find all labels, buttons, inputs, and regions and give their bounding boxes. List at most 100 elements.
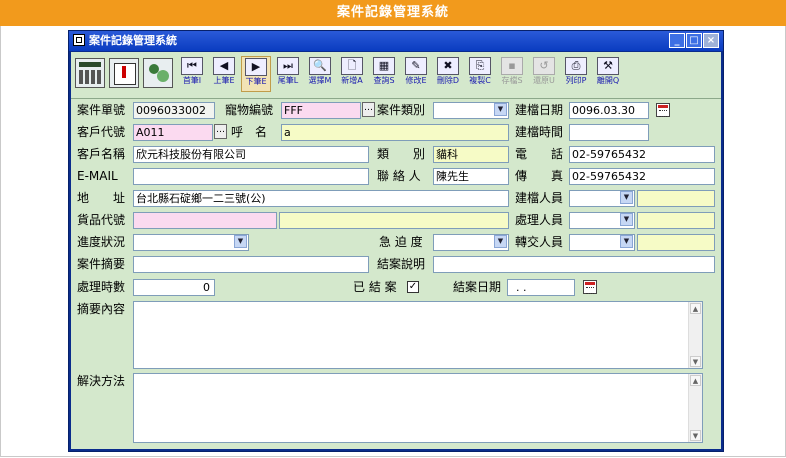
new-icon: 🗋 [341, 57, 363, 75]
toolbar-button-label: 首筆I [182, 76, 202, 85]
scroll-up-icon[interactable]: ▲ [690, 375, 701, 386]
summary-content-label: 摘要內容 [77, 302, 126, 316]
pet-no-label: 寵物編號 [225, 103, 274, 117]
creator-dropdown-icon[interactable]: ▼ [620, 191, 633, 204]
maximize-button[interactable]: □ [686, 33, 702, 48]
progress-select[interactable] [133, 234, 249, 251]
pet-no-lookup-button[interactable]: … [362, 102, 375, 117]
transfer-name-field [637, 234, 715, 251]
app-window: 案件記錄管理系統 _ □ × ⏮ 首筆I ◀ 上筆E ▶ 下筆E ⏭ 尾筆L 🔍 選擇M 🗋 新增A ▦… [68, 30, 724, 452]
summary-content-textarea[interactable]: ▲ ▼ [133, 301, 703, 369]
contact-field[interactable]: 陳先生 [433, 168, 509, 185]
pet-no-field[interactable]: FFF [281, 102, 361, 119]
undo-icon: ↺ [533, 57, 555, 75]
toolbar-button-label: 存檔S [501, 76, 523, 85]
customer-code-field[interactable]: A011 [133, 124, 213, 141]
toolbar-button-label: 上筆E [213, 76, 235, 85]
case-no-label: 案件單號 [77, 103, 126, 117]
toolbar-button-label: 複製C [469, 76, 491, 85]
goods-name-field [279, 212, 509, 229]
nickname-field[interactable]: a [281, 124, 509, 141]
hours-field[interactable]: 0 [133, 279, 215, 296]
exit-button[interactable]: ⚒ 離開Q [593, 56, 623, 92]
email-label: E-MAIL [77, 169, 118, 183]
customer-code-lookup-button[interactable]: … [214, 124, 227, 139]
window-app-icon[interactable] [73, 34, 85, 46]
prev-record-button[interactable]: ◀ 上筆E [209, 56, 239, 92]
new-button[interactable]: 🗋 新增A [337, 56, 367, 92]
close-date-field[interactable]: . . [507, 279, 575, 296]
address-field[interactable]: 台北縣石碇鄉一二三號(公) [133, 190, 509, 207]
solution-label: 解決方法 [77, 374, 126, 388]
delete-button[interactable]: ✖ 刪除D [433, 56, 463, 92]
page-banner: 案件記錄管理系統 [0, 0, 786, 26]
created-date-field[interactable]: 0096.03.30 [569, 102, 649, 119]
toolbar-button-label: 列印P [565, 76, 587, 85]
toolbar-button-label: 選擇M [308, 76, 332, 85]
edit-icon: ✎ [405, 57, 427, 75]
handler-label: 處理人員 [515, 213, 564, 227]
progress-label: 進度狀況 [77, 235, 126, 249]
created-time-label: 建檔時間 [515, 125, 564, 139]
address-label: 地 址 [77, 191, 126, 205]
progress-dropdown-icon[interactable]: ▼ [234, 235, 247, 248]
scroll-up-icon[interactable]: ▲ [690, 303, 701, 314]
creator-label: 建檔人員 [515, 191, 564, 205]
last-record-button[interactable]: ⏭ 尾筆L [273, 56, 303, 92]
fax-field[interactable]: 02-59765432 [569, 168, 715, 185]
customer-code-label: 客戶代號 [77, 125, 126, 139]
toolbar-button-label: 刪除D [436, 76, 460, 85]
nickname-label: 呼 名 [231, 125, 268, 139]
summary-label: 案件摘要 [77, 257, 126, 271]
calendar-alert-icon[interactable] [109, 58, 139, 88]
handler-dropdown-icon[interactable]: ▼ [620, 213, 633, 226]
edit-button[interactable]: ✎ 修改E [401, 56, 431, 92]
undo-button[interactable]: ↺ 還原U [529, 56, 559, 92]
scroll-down-icon[interactable]: ▼ [690, 430, 701, 441]
closed-checkbox[interactable]: ✓ [407, 281, 419, 293]
category-label: 類 別 [377, 147, 426, 161]
case-type-dropdown-icon[interactable]: ▼ [494, 103, 507, 116]
close-note-field[interactable] [433, 256, 715, 273]
window-title: 案件記錄管理系統 [89, 34, 177, 47]
solution-textarea[interactable]: ▲ ▼ [133, 373, 703, 443]
copy-new-button[interactable]: ⎘ 複製C [465, 56, 495, 92]
created-date-calendar-icon[interactable] [656, 103, 670, 117]
email-field[interactable] [133, 168, 369, 185]
summary-field[interactable] [133, 256, 369, 273]
toolbar-button-label: 新增A [341, 76, 363, 85]
minimize-button[interactable]: _ [669, 33, 685, 48]
summary-content-scrollbar[interactable]: ▲ ▼ [688, 302, 702, 368]
query-button[interactable]: ▦ 查詢S [369, 56, 399, 92]
toolbar: ⏮ 首筆I ◀ 上筆E ▶ 下筆E ⏭ 尾筆L 🔍 選擇M 🗋 新增A ▦ 查詢S ✎ 修改E ✖ 刪除D ⎘ 複製C… [71, 52, 721, 99]
transfer-label: 轉交人員 [515, 235, 564, 249]
customer-name-field[interactable]: 欣元科技股份有限公司 [133, 146, 369, 163]
urgency-label: 急 迫 度 [379, 235, 423, 249]
goods-code-field[interactable] [133, 212, 277, 229]
next-record-icon: ▶ [245, 58, 267, 76]
case-no-field[interactable]: 0096033002 [133, 102, 215, 119]
created-time-field[interactable] [569, 124, 649, 141]
transfer-dropdown-icon[interactable]: ▼ [620, 235, 633, 248]
print-button[interactable]: ⎙ 列印P [561, 56, 591, 92]
close-date-calendar-icon[interactable] [583, 280, 597, 294]
print-icon: ⎙ [565, 57, 587, 75]
category-field[interactable]: 貓科 [433, 146, 509, 163]
find-icon: 🔍 [309, 57, 331, 75]
calculator-icon[interactable] [75, 58, 105, 88]
phone-field[interactable]: 02-59765432 [569, 146, 715, 163]
scroll-down-icon[interactable]: ▼ [690, 356, 701, 367]
close-button[interactable]: × [703, 33, 719, 48]
urgency-dropdown-icon[interactable]: ▼ [494, 235, 507, 248]
save-button[interactable]: ▪ 存檔S [497, 56, 527, 92]
save-icon: ▪ [501, 57, 523, 75]
hours-label: 處理時數 [77, 280, 126, 294]
closed-label: 已 結 案 [353, 280, 397, 294]
next-record-button[interactable]: ▶ 下筆E [241, 56, 271, 92]
users-icon[interactable] [143, 58, 173, 88]
find-button[interactable]: 🔍 選擇M [305, 56, 335, 92]
first-record-button[interactable]: ⏮ 首筆I [177, 56, 207, 92]
solution-scrollbar[interactable]: ▲ ▼ [688, 374, 702, 442]
window-titlebar[interactable]: 案件記錄管理系統 _ □ × [69, 31, 723, 51]
toolbar-button-label: 修改E [405, 76, 427, 85]
